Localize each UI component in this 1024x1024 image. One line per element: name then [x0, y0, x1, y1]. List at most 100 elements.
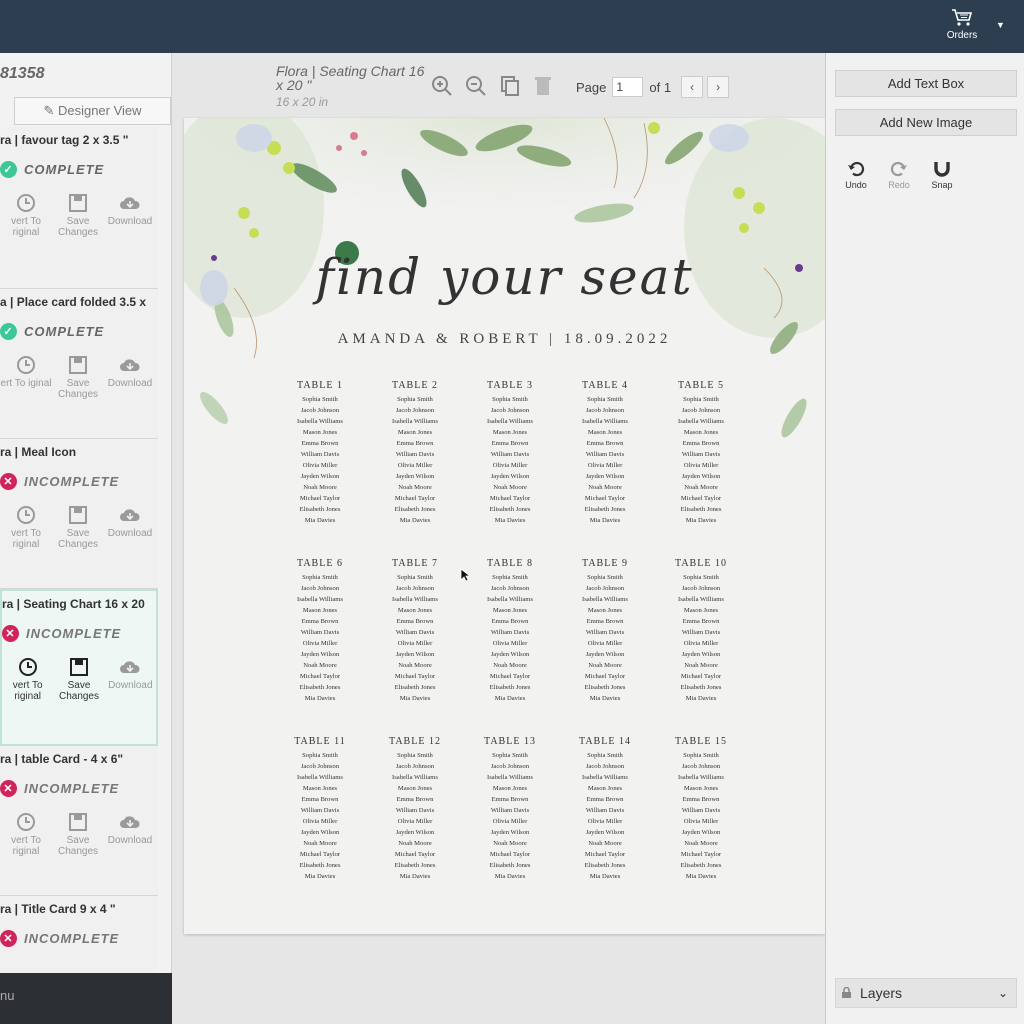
save-changes-button[interactable]: Save Changes [53, 656, 104, 702]
revert-to-original-button[interactable]: vert To riginal [0, 192, 52, 238]
guest-name: William Davis [395, 451, 435, 458]
guest-name: Isabella Williams [297, 596, 343, 603]
guest-name: Emma Brown [301, 796, 339, 803]
guest-name: Isabella Williams [582, 418, 628, 425]
undo-button[interactable]: Undo [838, 160, 874, 190]
seating-table: TABLE 10 Sophia Smith Jacob Johnson Isabell… [661, 558, 741, 704]
product-card[interactable]: a | Place card folded 3.5 x ✓ COMPLETE ert … [0, 289, 158, 439]
download-button[interactable]: Download [104, 504, 156, 550]
guest-name: Elisabeth Jones [489, 506, 531, 513]
redo-button[interactable]: Redo [881, 160, 917, 190]
guest-name: Noah Moore [588, 840, 622, 847]
guest-name: Jacob Johnson [681, 407, 721, 414]
seating-table: TABLE 5 Sophia Smith Jacob Johnson Isabella… [661, 380, 741, 526]
order-id: 81358 [0, 65, 45, 82]
table-label: TABLE 3 [487, 380, 533, 391]
action-label: vert To riginal [12, 680, 43, 702]
guest-name: Michael Taylor [489, 495, 531, 502]
table-label: TABLE 14 [579, 736, 631, 747]
revert-to-original-button[interactable]: ert To iginal [0, 354, 52, 400]
seating-table: TABLE 14 Sophia Smith Jacob Johnson Isabell… [565, 736, 645, 882]
snap-button[interactable]: Snap [924, 160, 960, 190]
product-card[interactable]: ra | table Card - 4 x 6" ✕ INCOMPLETE vert … [0, 746, 158, 896]
guest-name: Mia Davies [685, 695, 717, 702]
guest-name: Mason Jones [587, 607, 623, 614]
revert-clock-icon [0, 504, 52, 526]
guest-name: Olivia Miller [302, 462, 338, 469]
product-title: a | Place card folded 3.5 x [0, 295, 147, 309]
zoom-in-icon[interactable] [431, 75, 453, 97]
guest-name: Mia Davies [589, 517, 621, 524]
guest-name: Elisabeth Jones [299, 506, 341, 513]
guest-name: William Davis [585, 629, 625, 636]
x-icon: ✕ [0, 930, 17, 947]
guest-name: Sophia Smith [587, 752, 623, 759]
orders-button[interactable]: Orders [940, 8, 984, 41]
revert-to-original-button[interactable]: vert To riginal [0, 504, 52, 550]
action-label: Download [107, 378, 153, 389]
product-card[interactable]: ra | Seating Chart 16 x 20 ✕ INCOMPLETE ver… [0, 589, 158, 746]
save-changes-button[interactable]: Save Changes [52, 811, 104, 857]
status-label: INCOMPLETE [24, 931, 120, 946]
layers-dropdown[interactable]: Layers ⌄ [835, 978, 1017, 1008]
zoom-out-icon[interactable] [465, 75, 487, 97]
guest-name: Mason Jones [492, 785, 528, 792]
guest-name: Jacob Johnson [395, 407, 435, 414]
guest-name: Olivia Miller [683, 462, 719, 469]
download-button[interactable]: Download [104, 811, 156, 857]
guest-name: Elisabeth Jones [584, 506, 626, 513]
page-input[interactable]: 1 [612, 77, 644, 97]
table-label: TABLE 8 [487, 558, 533, 569]
product-card[interactable]: ra | Meal Icon ✕ INCOMPLETE vert To riginal… [0, 439, 158, 589]
undo-icon [848, 161, 865, 177]
seating-table: TABLE 12 Sophia Smith Jacob Johnson Isabell… [375, 736, 455, 882]
revert-clock-icon [2, 656, 53, 678]
add-new-image-button[interactable]: Add New Image [835, 109, 1017, 136]
trash-icon[interactable] [533, 75, 553, 97]
save-changes-button[interactable]: Save Changes [52, 354, 104, 400]
revert-to-original-button[interactable]: vert To riginal [2, 656, 53, 702]
lock-icon [842, 987, 851, 998]
guest-name: Isabella Williams [392, 418, 438, 425]
download-button[interactable]: Download [104, 354, 156, 400]
layers-label: Layers [860, 985, 903, 1001]
download-button[interactable]: Download [105, 656, 156, 702]
save-changes-button[interactable]: Save Changes [52, 504, 104, 550]
design-sheet[interactable]: find your seat AMANDA & ROBERT | 18.09.2… [184, 118, 825, 934]
guest-name: Jayden Wilson [490, 651, 530, 658]
download-button[interactable]: Download [104, 192, 156, 238]
status-badge: ✕ INCOMPLETE [0, 473, 158, 490]
guest-name: Noah Moore [493, 840, 527, 847]
product-card[interactable]: ra | Title Card 9 x 4 " ✕ INCOMPLETE [0, 896, 158, 973]
table-label: TABLE 7 [392, 558, 438, 569]
revert-to-original-button[interactable]: vert To riginal [0, 811, 52, 857]
check-icon: ✓ [0, 161, 17, 178]
table-label: TABLE 13 [484, 736, 536, 747]
guest-name: Jayden Wilson [681, 473, 721, 480]
status-label: INCOMPLETE [24, 474, 120, 489]
guest-name: Michael Taylor [584, 851, 626, 858]
guest-name: Sophia Smith [492, 574, 528, 581]
guest-name: Emma Brown [396, 618, 434, 625]
prev-page-button[interactable]: ‹ [681, 76, 704, 98]
undo-label: Undo [845, 180, 867, 190]
guest-name: Mason Jones [683, 429, 719, 436]
caret-down-icon[interactable]: ▼ [996, 20, 1005, 30]
add-text-box-button[interactable]: Add Text Box [835, 70, 1017, 97]
guest-name: Michael Taylor [584, 495, 626, 502]
next-page-button[interactable]: › [707, 76, 730, 98]
seating-table: TABLE 15 Sophia Smith Jacob Johnson Isabell… [661, 736, 741, 882]
seating-table: TABLE 2 Sophia Smith Jacob Johnson Isabella… [375, 380, 455, 526]
guest-name: Jayden Wilson [585, 651, 625, 658]
duplicate-icon[interactable] [499, 75, 521, 97]
guest-name: Isabella Williams [487, 418, 533, 425]
guest-name: Sophia Smith [683, 752, 719, 759]
guest-name: William Davis [300, 807, 340, 814]
guest-name: Michael Taylor [680, 673, 722, 680]
product-card[interactable]: ra | favour tag 2 x 3.5 " ✓ COMPLETE vert T… [0, 127, 158, 289]
designer-view-tab[interactable]: ✎ Designer View [14, 97, 171, 125]
save-changes-button[interactable]: Save Changes [52, 192, 104, 238]
guest-name: Isabella Williams [297, 418, 343, 425]
guest-name: Olivia Miller [492, 640, 528, 647]
menu-bar[interactable]: nu [0, 973, 172, 1024]
